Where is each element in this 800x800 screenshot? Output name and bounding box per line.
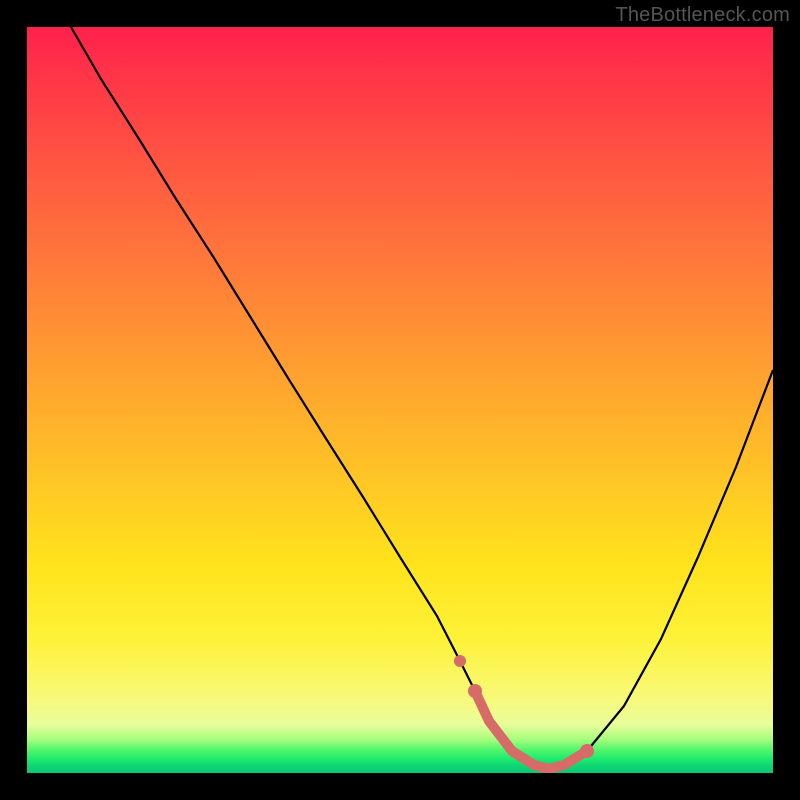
optimal-range-highlight bbox=[475, 691, 587, 769]
bottleneck-curve bbox=[71, 27, 773, 769]
plot-area bbox=[27, 27, 773, 773]
highlight-dot bbox=[468, 684, 482, 698]
watermark-text: TheBottleneck.com bbox=[615, 4, 790, 27]
highlight-dot bbox=[580, 744, 594, 758]
highlight-dot bbox=[454, 655, 466, 667]
chart-frame: TheBottleneck.com bbox=[0, 0, 800, 800]
chart-svg bbox=[27, 27, 773, 773]
